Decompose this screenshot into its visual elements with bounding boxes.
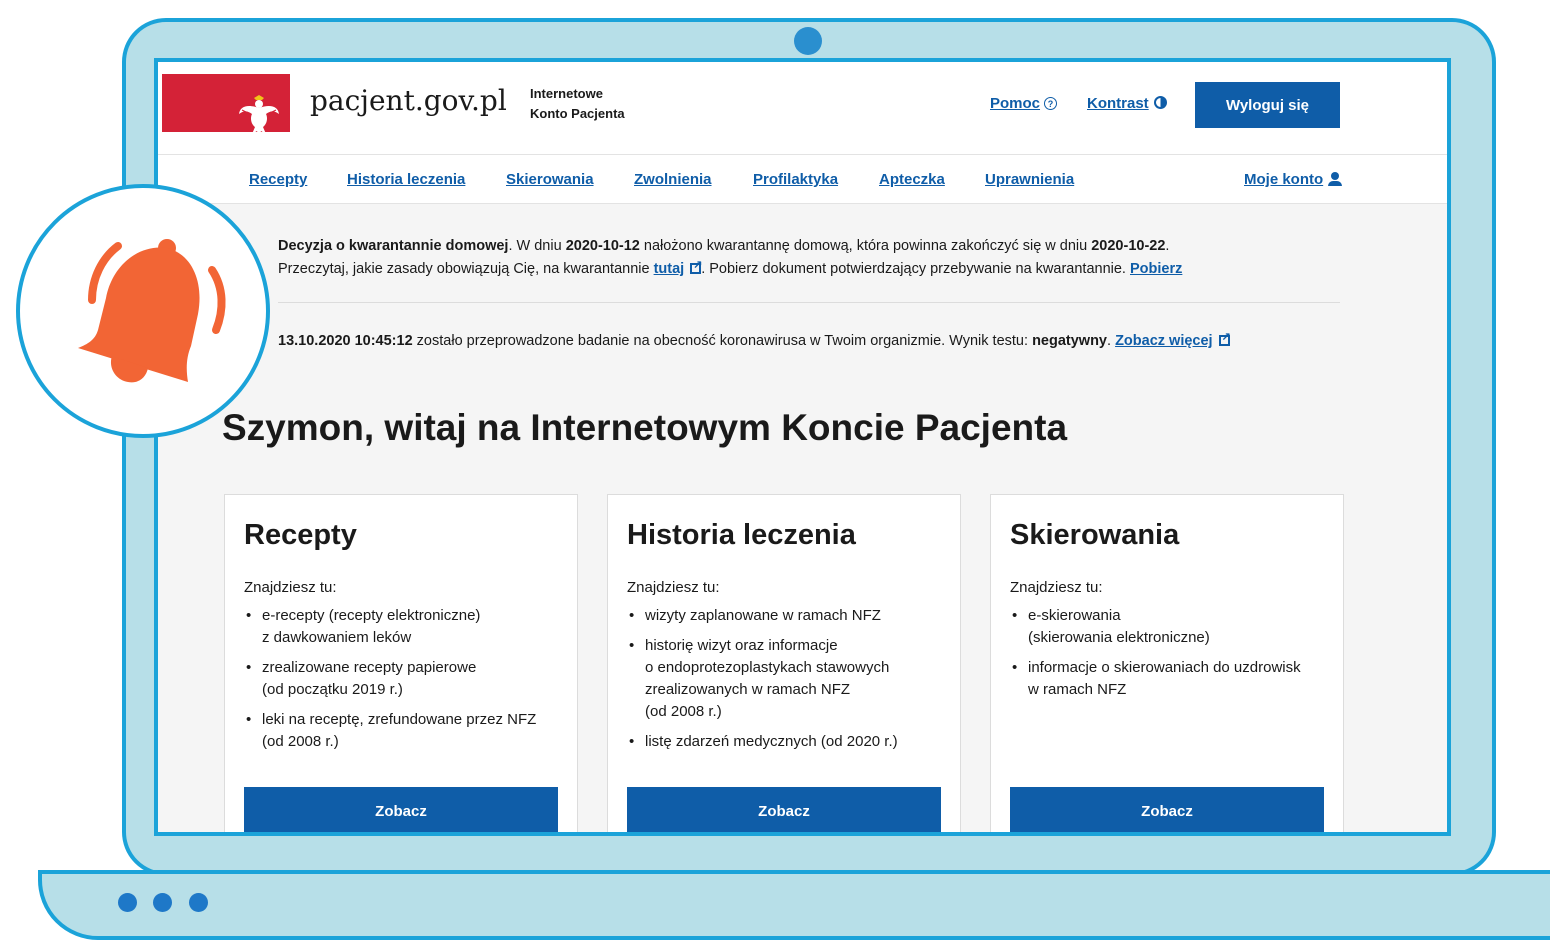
notice-text: . W dniu — [508, 238, 566, 254]
page-content: pacjent.gov.pl Internetowe Konto Pacjent… — [158, 62, 1447, 832]
contrast-link[interactable]: Kontrast — [1087, 95, 1167, 112]
quarantine-end-date: 2020-10-22 — [1091, 238, 1166, 254]
notice-text: zostało przeprowadzone badanie na obecno… — [412, 333, 1033, 349]
site-header: pacjent.gov.pl Internetowe Konto Pacjent… — [158, 62, 1447, 155]
card-list: e-skierowania (skierowania elektroniczne… — [1010, 597, 1330, 701]
card-recepty: Recepty Znajdziesz tu: e-recepty (recept… — [224, 494, 578, 832]
test-datetime: 13.10.2020 10:45:12 — [278, 333, 413, 349]
notice-text: . — [1107, 333, 1116, 349]
polish-eagle-icon — [239, 95, 279, 137]
account-label: Moje konto — [1244, 171, 1324, 188]
card-list: wizyty zaplanowane w ramach NFZ historię… — [627, 597, 947, 753]
question-circle-icon: ? — [1044, 97, 1058, 110]
list-item: leki na receptę, zrefundowane przez NFZ … — [244, 709, 564, 753]
laptop-base — [38, 870, 1550, 940]
card-historia-leczenia: Historia leczenia Znajdziesz tu: wizyty … — [607, 494, 961, 832]
download-document-link[interactable]: Pobierz — [1130, 261, 1182, 277]
card-title: Recepty — [244, 519, 357, 551]
quarantine-notice-line2: Przeczytaj, jakie zasady obowiązują Cię,… — [278, 258, 1182, 277]
laptop-screen: pacjent.gov.pl Internetowe Konto Pacjent… — [154, 58, 1451, 836]
logout-button[interactable]: Wyloguj się — [1195, 82, 1340, 128]
person-icon — [1328, 172, 1343, 186]
recepty-see-button[interactable]: Zobacz — [244, 787, 558, 832]
card-list: e-recepty (recepty elektroniczne) z dawk… — [244, 597, 564, 753]
quarantine-rules-link[interactable]: tutaj — [653, 258, 703, 277]
base-dot — [189, 893, 208, 912]
notice-text: . Pobierz dokument potwierdzający przeby… — [701, 261, 1130, 277]
nav-item-historia-leczenia[interactable]: Historia leczenia — [347, 171, 465, 188]
card-intro: Znajdziesz tu: — [1010, 579, 1103, 596]
notice-text: Przeczytaj, jakie zasady obowiązują Cię,… — [278, 261, 654, 277]
card-title: Skierowania — [1010, 519, 1180, 551]
test-result-notice: 13.10.2020 10:45:12 zostało przeprowadzo… — [278, 330, 1231, 349]
list-item: listę zdarzeń medycznych (od 2020 r.) — [627, 731, 947, 753]
skierowania-see-button[interactable]: Zobacz — [1010, 787, 1324, 832]
nav-item-recepty[interactable]: Recepty — [249, 171, 307, 188]
see-more-link[interactable]: Zobacz więcej — [1115, 330, 1231, 349]
notice-divider — [278, 302, 1340, 303]
main-nav: Recepty Historia leczenia Skierowania Zw… — [158, 155, 1447, 204]
nav-item-moje-konto[interactable]: Moje konto — [1244, 171, 1343, 188]
laptop-camera — [794, 27, 822, 55]
site-subtitle-line1: Internetowe — [530, 86, 603, 101]
link-label: Zobacz więcej — [1115, 333, 1213, 349]
link-label: tutaj — [653, 261, 685, 277]
list-item: historię wizyt oraz informacje o endopro… — [627, 635, 947, 723]
list-item: e-skierowania (skierowania elektroniczne… — [1010, 605, 1330, 649]
quarantine-title: Decyzja o kwarantannie domowej — [278, 238, 509, 254]
welcome-heading: Szymon, witaj na Internetowym Koncie Pac… — [222, 407, 1068, 448]
notification-badge — [16, 184, 270, 438]
nav-item-apteczka[interactable]: Apteczka — [879, 171, 945, 188]
historia-see-button[interactable]: Zobacz — [627, 787, 941, 832]
site-name[interactable]: pacjent.gov.pl — [310, 84, 507, 117]
card-skierowania: Skierowania Znajdziesz tu: e-skierowania… — [990, 494, 1344, 832]
external-link-icon — [690, 258, 702, 274]
site-subtitle-line2: Konto Pacjenta — [530, 106, 625, 121]
flag-logo[interactable] — [162, 74, 290, 137]
nav-item-zwolnienia[interactable]: Zwolnienia — [634, 171, 712, 188]
card-intro: Znajdziesz tu: — [627, 579, 720, 596]
nav-item-profilaktyka[interactable]: Profilaktyka — [753, 171, 838, 188]
list-item: e-recepty (recepty elektroniczne) z dawk… — [244, 605, 564, 649]
base-dot — [118, 893, 137, 912]
card-title: Historia leczenia — [627, 519, 856, 551]
help-link[interactable]: Pomoc? — [990, 95, 1058, 112]
quarantine-start-date: 2020-10-12 — [565, 238, 640, 254]
list-item: wizyty zaplanowane w ramach NFZ — [627, 605, 947, 627]
notice-text: nałożono kwarantannę domową, która powin… — [639, 238, 1092, 254]
list-item: informacje o skierowaniach do uzdrowisk … — [1010, 657, 1330, 701]
external-link-icon — [1218, 330, 1231, 346]
list-item: zrealizowane recepty papierowe (od począ… — [244, 657, 564, 701]
quarantine-notice-line1: Decyzja o kwarantannie domowej. W dniu 2… — [278, 238, 1169, 254]
bell-icon — [78, 239, 226, 383]
contrast-icon — [1153, 96, 1167, 109]
contrast-label: Kontrast — [1087, 95, 1149, 112]
help-label: Pomoc — [990, 95, 1041, 112]
nav-item-skierowania[interactable]: Skierowania — [506, 171, 594, 188]
nav-item-uprawnienia[interactable]: Uprawnienia — [985, 171, 1074, 188]
test-result: negatywny — [1032, 333, 1107, 349]
card-intro: Znajdziesz tu: — [244, 579, 337, 596]
notice-text: . — [1165, 238, 1170, 254]
base-dot — [153, 893, 172, 912]
